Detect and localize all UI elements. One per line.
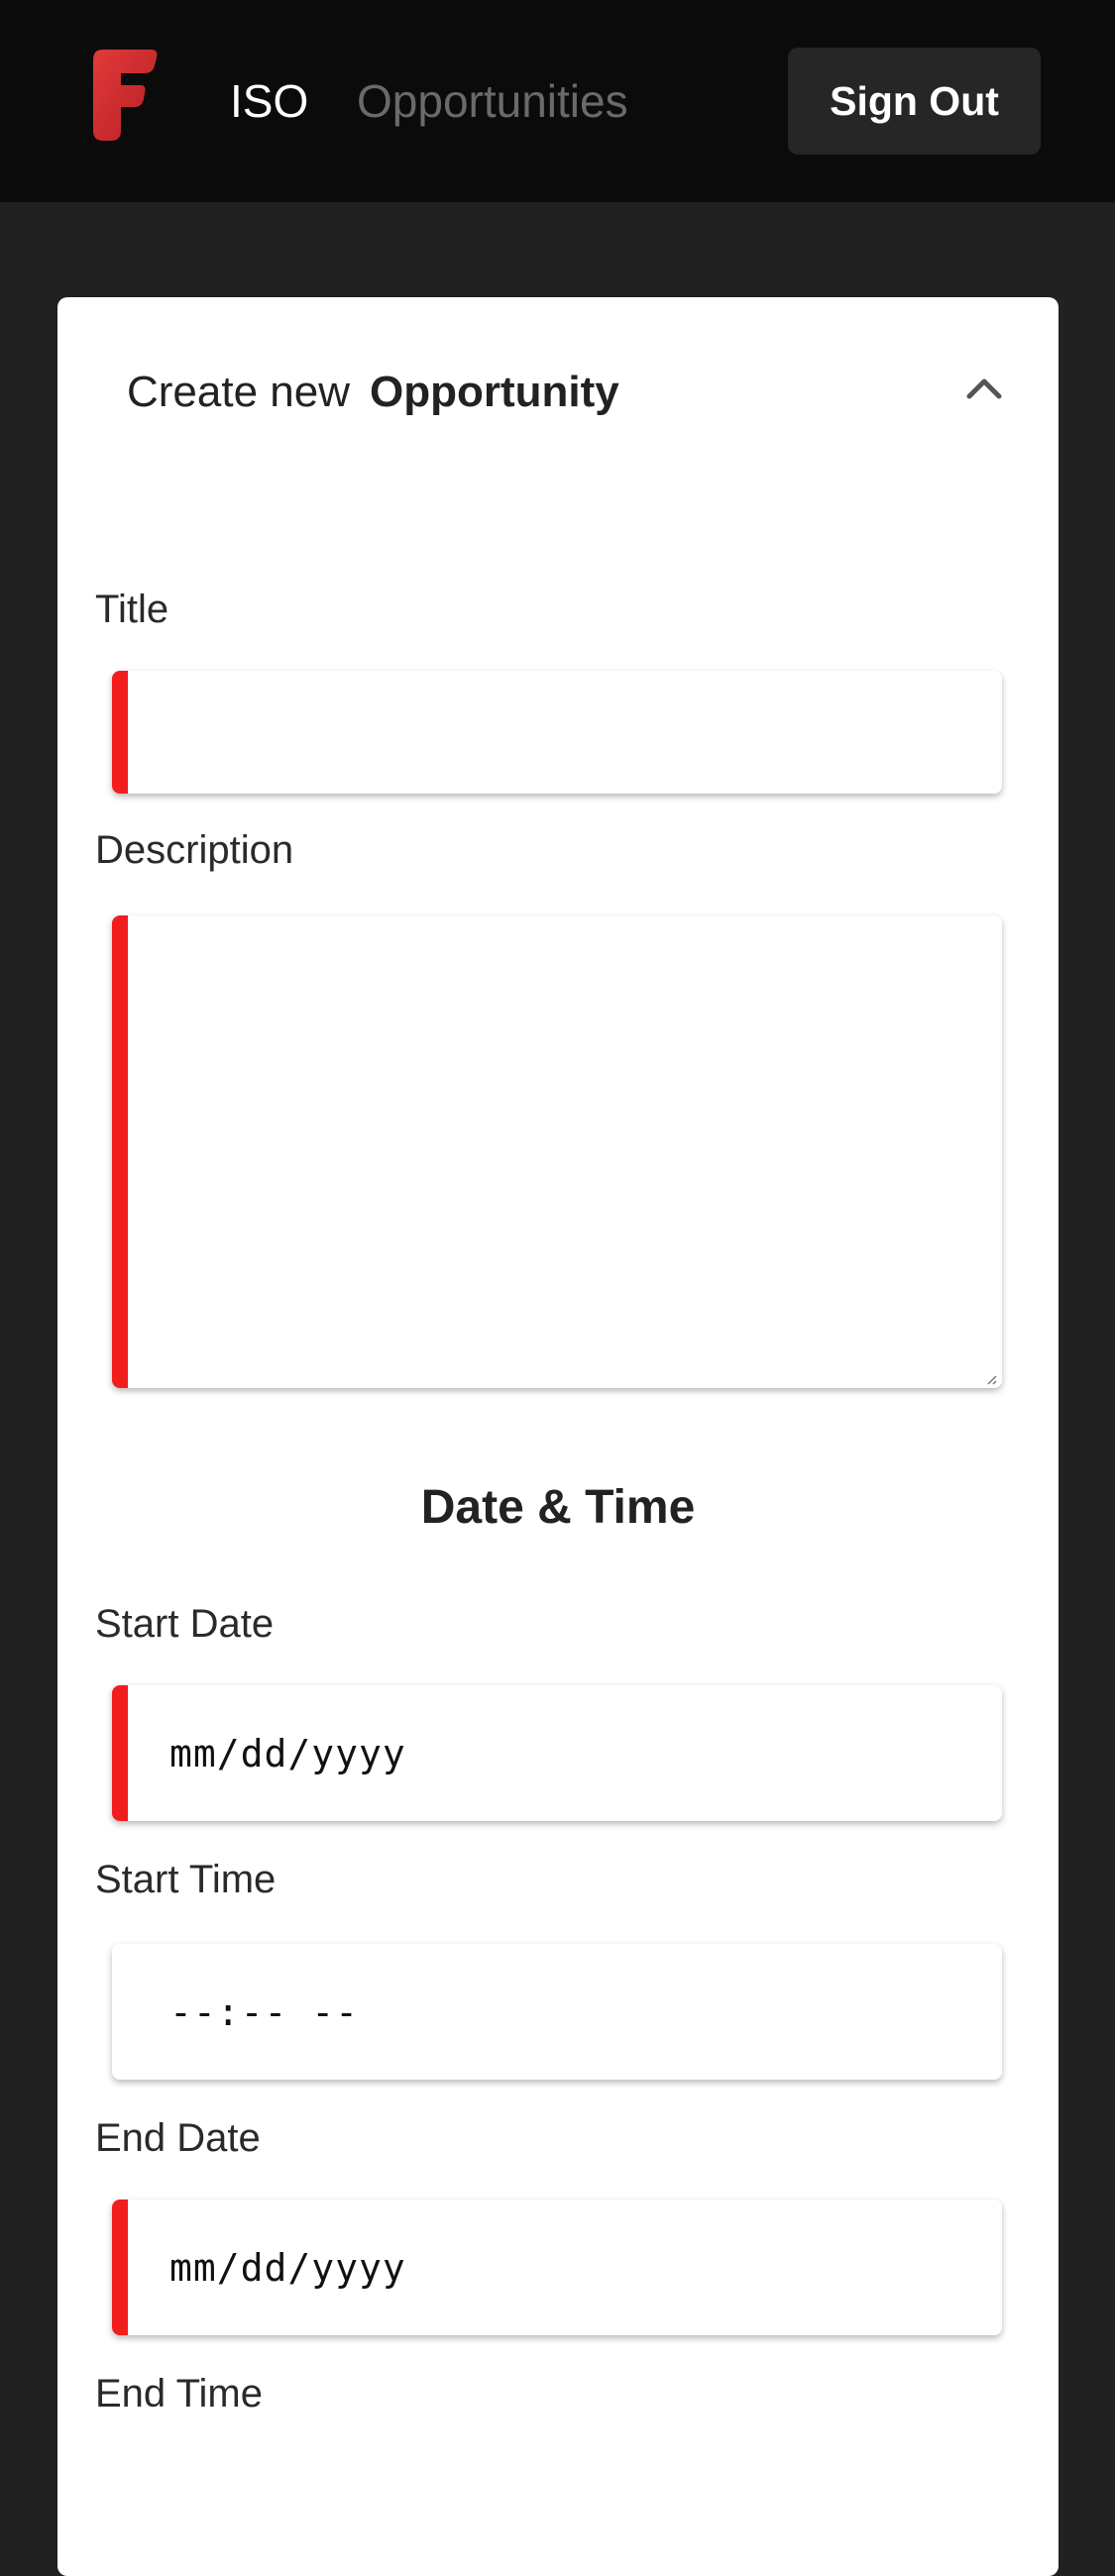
start-time-field-wrapper [112, 1944, 1002, 2080]
end-time-label: End Time [95, 2372, 263, 2415]
resize-grip-icon[interactable] [984, 1372, 998, 1386]
nav-link-opportunities[interactable]: Opportunities [357, 71, 628, 131]
date-time-heading: Date & Time [420, 1481, 696, 1534]
title-label: Title [95, 588, 169, 631]
title-field-wrapper [112, 671, 1002, 794]
card-header[interactable]: Create new Opportunity [57, 297, 1059, 485]
end-date-label: End Date [95, 2116, 261, 2160]
start-date-field-wrapper [112, 1685, 1002, 1821]
title-input[interactable] [128, 671, 1002, 794]
nav-link-iso[interactable]: ISO [230, 71, 308, 131]
end-date-input[interactable] [128, 2200, 1002, 2335]
description-textarea[interactable] [128, 915, 1002, 1388]
start-time-label: Start Time [95, 1858, 277, 1901]
card-title: Create new Opportunity [127, 365, 619, 420]
start-date-label: Start Date [95, 1602, 275, 1646]
description-field-wrapper [112, 915, 1002, 1388]
sign-out-button[interactable]: Sign Out [788, 48, 1041, 155]
start-time-input[interactable] [112, 1944, 1002, 2080]
end-date-field-wrapper [112, 2200, 1002, 2335]
description-label: Description [95, 828, 294, 872]
start-date-input[interactable] [128, 1685, 1002, 1821]
create-opportunity-card: Create new Opportunity Title Description … [57, 297, 1059, 2576]
chevron-up-icon[interactable] [949, 353, 1019, 422]
card-title-prefix: Create new [127, 368, 351, 416]
top-navbar: ISO Opportunities Sign Out [0, 0, 1115, 202]
brand-logo-icon[interactable] [87, 46, 161, 145]
card-title-strong: Opportunity [370, 368, 619, 416]
